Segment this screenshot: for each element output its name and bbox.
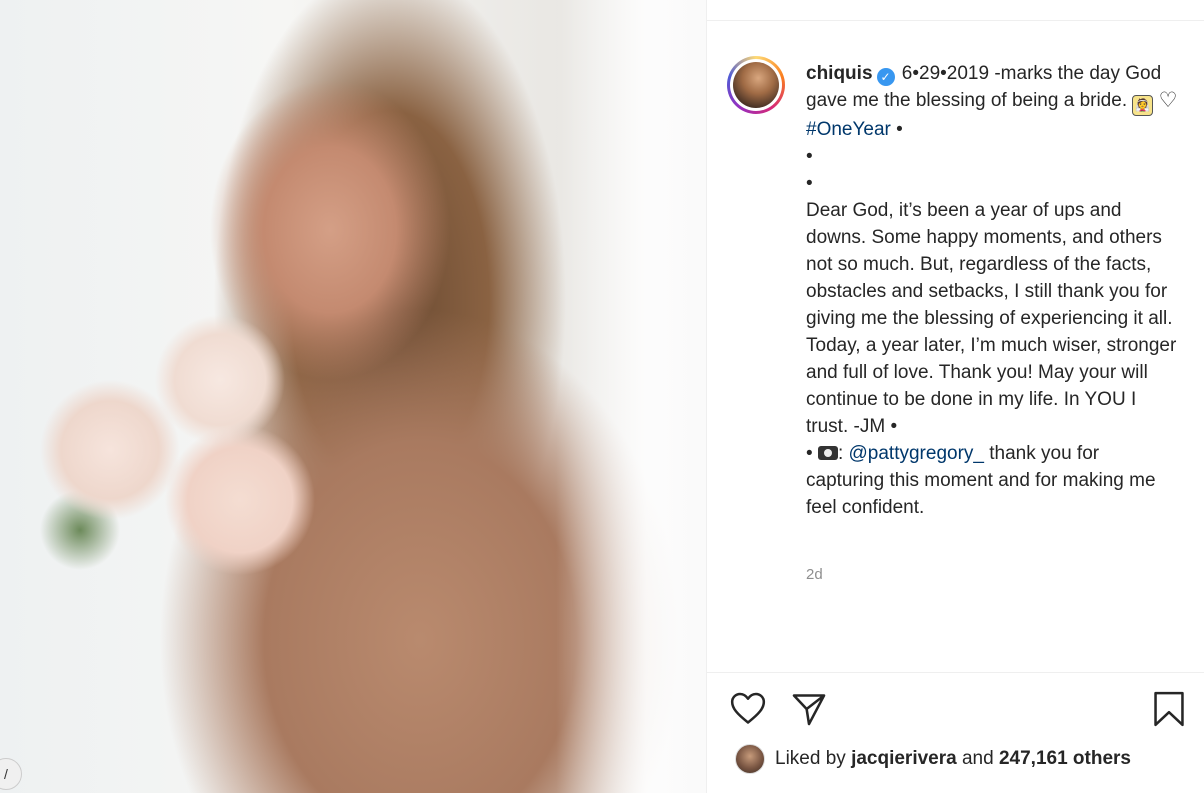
camera-emoji-icon [817, 446, 838, 460]
likes-count[interactable]: 247,161 others [999, 748, 1131, 769]
credit-colon: : [837, 443, 844, 464]
caption-body: Dear God, it’s been a year of ups and do… [806, 200, 1177, 437]
verified-badge-icon: ✓ [876, 68, 895, 86]
post-caption: chiquis ✓ 6•29•2019 -marks the day God ga… [806, 60, 1178, 521]
post-timestamp[interactable]: 2d [806, 566, 823, 583]
veil-overlay [556, 0, 706, 793]
avatar-inner [730, 59, 782, 111]
caption-bullet: • [806, 173, 813, 194]
author-avatar[interactable] [727, 56, 785, 114]
caption-bullet: • [806, 443, 813, 464]
caption-bullet: • [806, 146, 813, 167]
hashtag-link[interactable]: #OneYear [806, 119, 891, 140]
bride-emoji-icon: 👰 [1132, 95, 1154, 116]
likes-prefix: Liked by [775, 748, 846, 769]
actions-divider [707, 672, 1204, 673]
liker-avatar[interactable] [735, 744, 765, 774]
header-divider [707, 20, 1204, 21]
liker-username[interactable]: jacqierivera [851, 748, 957, 769]
photo-corner-button[interactable]: / [0, 758, 22, 790]
white-heart-emoji-icon: ♡ [1158, 89, 1178, 112]
panel-divider [706, 0, 707, 793]
bouquet-image [20, 300, 340, 600]
likes-and: and [961, 748, 994, 769]
mention-link[interactable]: @pattygregory_ [849, 443, 984, 464]
author-username[interactable]: chiquis [806, 63, 873, 84]
post-photo[interactable]: / [0, 0, 706, 793]
bookmark-icon[interactable] [1150, 690, 1188, 728]
share-icon[interactable] [790, 690, 828, 728]
heart-icon[interactable] [729, 690, 767, 728]
likes-summary: Liked by jacqierivera and 247,161 others [735, 742, 1131, 776]
avatar-image [733, 62, 779, 108]
caption-bullet-inline: • [896, 119, 903, 140]
